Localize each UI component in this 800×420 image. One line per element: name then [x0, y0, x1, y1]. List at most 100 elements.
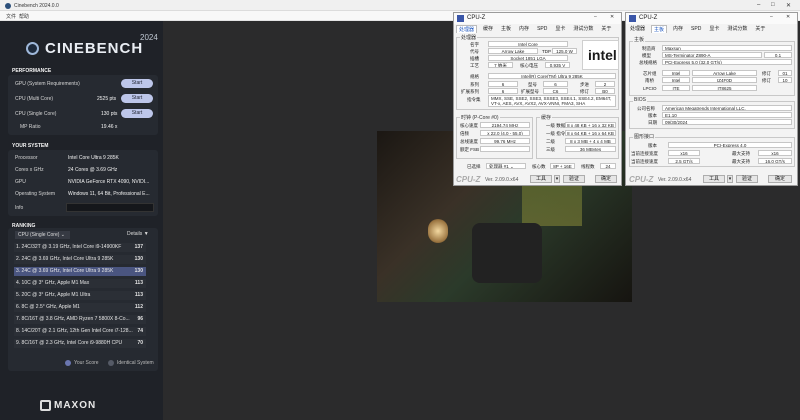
ranking-row[interactable]: 6. 8C @ 2.5° GHz, Apple M1 112 — [14, 303, 146, 312]
fld-mb-model: MS-Terminator Z890-A — [662, 52, 762, 58]
fld-vcore: 0.935 V — [545, 62, 570, 68]
lbl-bios-brand: 公司名称 — [637, 106, 655, 111]
lbl-gfx-max-width: 最大支持 — [732, 151, 750, 156]
cpuz2-close-icon[interactable]: ✕ — [786, 14, 790, 20]
legend-your-score: Your Score — [74, 360, 99, 366]
lbl-lpcio: LPCIO — [643, 86, 657, 91]
ranking-row[interactable]: 8. 14C/20T @ 2.1 GHz, 12th Gen Intel Cor… — [14, 327, 146, 336]
gpu-start-button[interactable]: Start — [121, 79, 153, 88]
fld-revision: B0 — [595, 88, 615, 94]
cpuz2-tab-graphics[interactable]: 显卡 — [707, 25, 721, 33]
cpuz2-tab-cpu[interactable]: 处理器 — [628, 25, 647, 33]
ranking-row[interactable]: 7. 8C/16T @ 3.8 GHz, AMD Ryzen 7 5800X 8… — [14, 315, 146, 324]
cpuz2-tab-bench[interactable]: 测试分数 — [725, 25, 749, 33]
fld-l2: 8 x 3 MB + 4 x 4 MB — [565, 138, 616, 144]
ranking-dropdown[interactable]: CPU (Single Core) ⌄ — [15, 231, 70, 239]
cpuz2-tab-mainboard[interactable]: 主板 — [651, 25, 668, 33]
cpuz2-minimize-icon[interactable]: – — [770, 14, 773, 20]
cpuz2-gfx-label: 图形接口 — [633, 133, 656, 140]
fld-rated-fsb — [480, 146, 530, 152]
sys-cores-label: Cores x GHz — [15, 167, 44, 173]
ranking-dropdown-label: CPU (Single Core) — [18, 232, 60, 238]
cpuz1-minimize-icon[interactable]: – — [594, 14, 597, 20]
maxon-logo-icon — [40, 400, 51, 411]
cpuz1-tab-bench[interactable]: 测试分数 — [571, 25, 595, 33]
processor-select[interactable]: 处理器 #1 ⌄ — [486, 163, 526, 169]
lbl-model: 型号 — [528, 82, 537, 87]
system-title: YOUR SYSTEM — [12, 143, 49, 149]
lbl-bios-version: 版本 — [648, 113, 657, 118]
sys-cores-value: 24 Cores @ 3.69 GHz — [68, 167, 118, 173]
cpuz2-mb-label: 主板 — [633, 36, 646, 43]
fld-l1d: 8 x 48 KB + 16 x 32 KB — [565, 122, 616, 128]
ranking-row-name: 5. 20C @ 3° GHz, Apple M1 Ultra — [16, 292, 91, 298]
cpuz2-tab-spd[interactable]: SPD — [689, 25, 703, 33]
lbl-threads: 线程数 — [581, 164, 595, 169]
cpuz2-tab-about[interactable]: 关于 — [753, 25, 767, 33]
cpuz2-tab-memory[interactable]: 内存 — [671, 25, 685, 33]
ranking-row[interactable]: 4. 10C @ 3° GHz, Apple M1 Max 113 — [14, 279, 146, 288]
maximize-icon[interactable]: □ — [771, 2, 775, 8]
ranking-row[interactable]: 3. 24C @ 3.69 GHz, Intel Core Ultra 9 28… — [14, 267, 146, 276]
cpuz1-tab-spd[interactable]: SPD — [535, 25, 549, 33]
cpuz1-tab-about[interactable]: 关于 — [599, 25, 613, 33]
ranking-row[interactable]: 9. 8C/16T @ 2.3 GHz, Intel Core i9-9880H… — [14, 339, 146, 348]
fld-multiplier: x 22.0 (4.0 - 55.0) — [480, 130, 530, 136]
menu-file[interactable]: 文件 — [6, 13, 16, 20]
cpuz1-validate-button[interactable]: 验证 — [563, 175, 585, 183]
cpuz1-tab-memory[interactable]: 内存 — [517, 25, 531, 33]
multi-start-button[interactable]: Start — [121, 94, 153, 103]
perf-single-label: CPU (Single Core) — [15, 111, 57, 117]
sys-gpu-value: NVIDIA GeForce RTX 4090, NVIDI... — [68, 179, 150, 185]
fld-core-speed: 2194.74 MHz — [480, 122, 530, 128]
cpuz1-tab-cpu[interactable]: 处理器 — [456, 25, 478, 33]
minimize-icon[interactable]: – — [757, 2, 760, 8]
close-icon[interactable]: ✕ — [786, 2, 791, 9]
cpuz1-logo: CPU-Z — [456, 175, 481, 184]
chevron-down-icon: ⌄ — [510, 164, 514, 169]
ranking-row-score: 112 — [134, 304, 143, 310]
cpuz1-tab-graphics[interactable]: 显卡 — [553, 25, 567, 33]
details-button[interactable]: Details ▼ — [127, 231, 149, 237]
cpuz2-validate-button[interactable]: 验证 — [736, 175, 758, 183]
single-start-button[interactable]: Start — [121, 109, 153, 118]
ranking-row-score: 113 — [134, 292, 143, 298]
cpuz2-tools-dropdown[interactable]: ▾ — [727, 175, 733, 183]
ranking-row[interactable]: 5. 20C @ 3° GHz, Apple M1 Ultra 113 — [14, 291, 146, 300]
fld-sb-rev: 10 — [778, 77, 792, 83]
lbl-gfx-link-width: 当前连接宽度 — [631, 151, 658, 156]
cpuz1-tab-mainboard[interactable]: 主板 — [499, 25, 513, 33]
lbl-name: 名字 — [470, 42, 479, 47]
fld-model: 6 — [543, 81, 568, 87]
perf-single-score: 130 pts — [101, 111, 118, 117]
cpuz1-tools-dropdown[interactable]: ▾ — [554, 175, 560, 183]
mp-ratio-label: MP Ratio — [20, 124, 41, 130]
cpuz1-tab-caches[interactable]: 缓存 — [481, 25, 495, 33]
cpuz1-tools-button[interactable]: 工具 — [530, 175, 552, 183]
performance-title: PERFORMANCE — [12, 68, 52, 74]
sys-info-field[interactable] — [66, 203, 154, 212]
cpuz1-version: Ver. 2.09.0.x64 — [485, 177, 519, 183]
lbl-stepping: 步进 — [580, 82, 589, 87]
ranking-row-name: 6. 8C @ 2.5° GHz, Apple M1 — [16, 304, 80, 310]
cpuz1-close-icon[interactable]: ✕ — [610, 14, 614, 20]
cpuz1-ok-button[interactable]: 确定 — [595, 175, 617, 183]
brand-version: 2024 — [140, 33, 158, 42]
fld-chipset-name: Arrow Lake — [692, 70, 757, 76]
details-label: Details — [127, 231, 143, 237]
fld-lpcio-name: IT8625 — [692, 85, 757, 91]
fld-ext-family: 6 — [488, 88, 518, 94]
lbl-rated-fsb: 额定 FSB — [460, 147, 480, 152]
menu-help[interactable]: 帮助 — [19, 13, 29, 20]
fld-package: Socket 1851 LGA — [488, 55, 568, 61]
fld-spec: Intel(R) Core(TM) Ultra 9 285K — [488, 73, 616, 79]
fld-chipset-vendor: Intel — [662, 70, 690, 76]
cpuz2-tools-button[interactable]: 工具 — [703, 175, 725, 183]
cpuz2-ok-button[interactable]: 确定 — [768, 175, 792, 183]
ranking-row[interactable]: 1. 24C/32T @ 3.19 GHz, Intel Core i9-149… — [14, 243, 146, 252]
ranking-row[interactable]: 2. 24C @ 3.69 GHz, Intel Core Ultra 9 28… — [14, 255, 146, 264]
fld-bios-version: E1.10 — [662, 112, 792, 118]
lbl-bios-date: 日期 — [648, 120, 657, 125]
fld-family: 6 — [488, 81, 518, 87]
lbl-chipset: 芯片组 — [643, 71, 657, 76]
